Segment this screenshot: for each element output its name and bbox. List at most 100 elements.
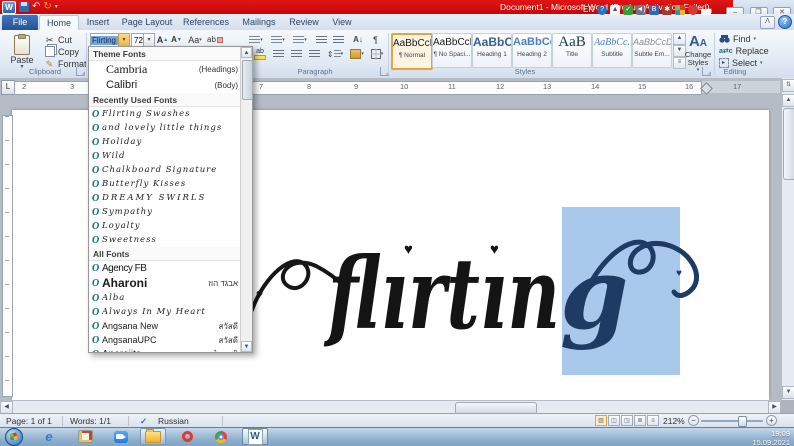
font-option-agency-fb[interactable]: OAgency FB <box>89 261 241 275</box>
scroll-up-icon[interactable]: ▲ <box>782 94 794 107</box>
dropdown-scrollbar[interactable]: ▲ ▼ <box>240 47 252 352</box>
start-button[interactable] <box>5 428 23 446</box>
font-option-alba[interactable]: OAlba <box>89 291 241 305</box>
style-subtle-emphasis[interactable]: AaBbCcDcSubtle Em... <box>632 33 672 68</box>
minimize-ribbon-icon[interactable]: ᐱ <box>760 16 775 29</box>
style-title[interactable]: AaBTitle <box>552 33 592 68</box>
font-option-recent[interactable]: OFlirting Swashes <box>89 107 241 121</box>
font-option-aharoni[interactable]: OAharoniאבגד הוז <box>89 275 241 291</box>
tray-network-icon[interactable]: ▂▄ <box>701 5 711 15</box>
fullscreen-view-icon[interactable]: ◫ <box>608 415 620 426</box>
dropdown-scroll-down-icon[interactable]: ▼ <box>241 341 252 352</box>
find-button[interactable]: Find▾ <box>719 33 769 45</box>
language-indicator[interactable]: Russian <box>158 414 189 428</box>
font-name-value[interactable]: Flirting Tails <box>91 36 118 45</box>
tab-references[interactable]: References <box>178 15 234 30</box>
align-right-button[interactable] <box>288 47 304 61</box>
help-icon[interactable]: ? <box>778 15 792 29</box>
style-subtitle[interactable]: AaBbCc.Subtitle <box>592 33 632 68</box>
save-icon[interactable] <box>19 2 29 12</box>
tab-file[interactable]: File <box>2 15 38 30</box>
right-indent-marker[interactable] <box>700 82 713 95</box>
tab-page-layout[interactable]: Page Layout <box>118 15 176 30</box>
sort-button[interactable]: A↓ <box>350 33 366 46</box>
clipboard-dialog-launcher-icon[interactable] <box>76 67 85 76</box>
page-count[interactable]: Page: 1 of 1 <box>6 414 52 428</box>
tray-app-icon[interactable] <box>688 5 698 15</box>
taskbar-opera[interactable] <box>174 428 200 445</box>
dropdown-scroll-thumb[interactable] <box>242 60 253 100</box>
line-spacing-button[interactable]: ⇕▾ <box>326 47 344 61</box>
font-option-recent[interactable]: ODREAMY SWIRLS <box>89 191 241 205</box>
justify-button[interactable] <box>306 47 322 61</box>
replace-button[interactable]: a⇄cReplace <box>719 45 769 57</box>
tray-antivirus-icon[interactable]: ✱ <box>662 5 672 15</box>
print-layout-view-icon[interactable]: ▥ <box>595 415 607 426</box>
taskbar-word-active[interactable]: W <box>242 428 268 445</box>
zoom-slider-thumb[interactable] <box>738 416 747 427</box>
vertical-scrollbar[interactable]: ⇅ ▲ ▼ <box>781 78 794 400</box>
web-layout-view-icon[interactable]: ◳ <box>621 415 633 426</box>
taskbar-explorer[interactable] <box>140 428 166 445</box>
tray-help-icon[interactable]: ? <box>597 5 607 15</box>
spellcheck-icon[interactable]: ✓ <box>140 414 147 428</box>
show-hide-paragraph-button[interactable]: ¶ <box>369 33 382 46</box>
tray-show-hidden-icon[interactable]: ▲ <box>610 5 620 15</box>
redo-icon[interactable]: ↻ <box>43 2 51 12</box>
outline-view-icon[interactable]: ≣ <box>634 415 646 426</box>
tab-mailings[interactable]: Mailings <box>236 15 282 30</box>
font-option-cambria[interactable]: Cambria (Headings) <box>89 61 241 77</box>
decrease-indent-button[interactable] <box>314 33 329 46</box>
font-option-recent[interactable]: OLoyalty <box>89 219 241 233</box>
font-option-aparajita[interactable]: OAparajitaदेवनागरी <box>89 347 241 352</box>
zoom-in-icon[interactable]: + <box>766 415 777 426</box>
align-center-button[interactable] <box>270 47 286 61</box>
font-option-recent[interactable]: OWild <box>89 149 241 163</box>
tray-bluetooth-icon[interactable]: B <box>649 5 659 15</box>
taskbar-chrome[interactable] <box>208 428 234 445</box>
draft-view-icon[interactable]: ≡ <box>647 415 659 426</box>
zoom-slider-track[interactable] <box>701 420 763 422</box>
increase-indent-button[interactable] <box>331 33 346 46</box>
taskbar-internet-explorer[interactable]: e <box>36 428 62 445</box>
font-option-angsana-new[interactable]: OAngsana Newสวัสดี <box>89 319 241 333</box>
font-option-recent[interactable]: OChalkboard Signature <box>89 163 241 177</box>
text-highlight-button[interactable]: ab <box>253 47 267 61</box>
qat-customize-icon[interactable]: ▾ <box>55 2 58 12</box>
tab-view[interactable]: View <box>326 15 358 30</box>
font-option-recent[interactable]: Oand lovely little things <box>89 121 241 135</box>
grow-font-button[interactable]: A▲ <box>156 33 169 46</box>
style-no-spacing[interactable]: AaBbCcDc¶ No Spaci... <box>432 33 472 68</box>
numbering-button[interactable]: ▾ <box>268 33 288 46</box>
borders-button[interactable]: ▾ <box>368 47 386 61</box>
style-heading2[interactable]: AaBbCcHeading 2 <box>512 33 552 68</box>
flirting-word-art[interactable]: ♥ flırtın g ♥ ♥ ♥ <box>250 192 710 392</box>
style-heading1[interactable]: AaBbCHeading 1 <box>472 33 512 68</box>
font-option-recent[interactable]: OSweetness <box>89 233 241 247</box>
vertical-scroll-thumb[interactable] <box>783 108 794 180</box>
keyboard-language[interactable]: EN <box>583 5 594 14</box>
tab-stop-selector[interactable]: L <box>1 80 15 95</box>
zoom-level[interactable]: 212% <box>663 414 685 428</box>
taskbar-paint[interactable] <box>72 428 98 445</box>
vertical-ruler[interactable] <box>2 115 13 397</box>
taskbar-zoom-app[interactable] <box>108 428 134 445</box>
tray-security-icon[interactable]: ✓ <box>623 5 633 15</box>
font-option-recent[interactable]: OHoliday <box>89 135 241 149</box>
font-option-recent[interactable]: OSympathy <box>89 205 241 219</box>
tray-windows-update-icon[interactable] <box>675 5 685 15</box>
font-option-angsana-upc[interactable]: OAngsanaUPCสวัสดี <box>89 333 241 347</box>
font-size-value[interactable]: 72 <box>132 36 143 45</box>
taskbar-clock[interactable]: 19:09 15.09.2021 <box>732 429 790 446</box>
ruler-toggle-icon[interactable]: ⇅ <box>782 79 794 92</box>
bullets-button[interactable]: ▾ <box>246 33 266 46</box>
font-option-calibri[interactable]: Calibri (Body) <box>89 77 241 93</box>
horizontal-scrollbar[interactable]: ◀ ▶ <box>0 400 781 414</box>
shading-button[interactable]: ▾ <box>348 47 366 61</box>
font-option-script[interactable]: OAlways In My Heart <box>89 305 241 319</box>
shrink-font-button[interactable]: A▼ <box>170 33 183 46</box>
style-normal[interactable]: AaBbCcDc¶ Normal <box>391 33 433 70</box>
change-case-button[interactable]: Aa▾ <box>186 33 204 46</box>
tray-volume-icon[interactable]: ◄) <box>636 5 646 15</box>
undo-icon[interactable]: ↶ <box>32 2 40 12</box>
